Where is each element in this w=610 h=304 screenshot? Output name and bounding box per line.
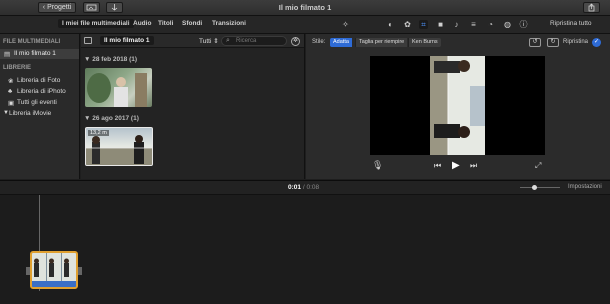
info-icon[interactable]: ⓘ bbox=[519, 20, 528, 29]
crop-icon[interactable]: ⌗ bbox=[419, 20, 428, 29]
color-correction-icon[interactable]: ✿ bbox=[403, 20, 412, 29]
sidebar: FILE MULTIMEDIALI ▤ Il mio filmato 1 LIB… bbox=[0, 34, 80, 179]
magic-wand-icon[interactable]: ✧ bbox=[341, 20, 350, 29]
tab-transitions[interactable]: Transizioni bbox=[212, 20, 246, 27]
noise-reduction-icon[interactable]: ◍ bbox=[503, 20, 512, 29]
tab-titles[interactable]: Titoli bbox=[158, 20, 173, 27]
clip-trim-handle-right[interactable] bbox=[78, 267, 82, 275]
search-icon: ⌕ bbox=[226, 37, 230, 44]
skip-forward-icon[interactable]: ⏭ bbox=[470, 161, 477, 171]
timecode: 0:01 / 0:08 bbox=[288, 184, 320, 191]
style-crop-to-fill-button[interactable]: Taglia per riempire bbox=[355, 38, 408, 47]
settings-gear-icon[interactable]: ✲ bbox=[291, 37, 300, 46]
equalizer-icon[interactable]: ≡ bbox=[469, 20, 478, 29]
volume-icon[interactable]: ♪ bbox=[452, 20, 461, 29]
viewer-panel: Stile: Adatta Taglia per riempire Ken Bu… bbox=[306, 34, 610, 179]
sidebar-item-iphoto[interactable]: ♣ Libreria di iPhoto bbox=[0, 87, 79, 97]
media-thumbnail[interactable] bbox=[85, 68, 152, 107]
sidebar-item-all-events[interactable]: ▣ Tutti gli eventi bbox=[0, 98, 79, 108]
timeline-clip[interactable] bbox=[30, 251, 78, 289]
media-browser: Il mio filmato 1 Tutti ⇕ ⌕ Ricerca ✲ ▼ 2… bbox=[81, 34, 305, 179]
photos-icon: ❀ bbox=[8, 78, 14, 85]
share-button[interactable] bbox=[583, 2, 600, 13]
disclosure-triangle-icon: ▼ bbox=[84, 56, 93, 63]
iphoto-icon: ♣ bbox=[8, 88, 13, 95]
stabilization-icon[interactable]: ■ bbox=[436, 20, 445, 29]
browser-header: Il mio filmato 1 Tutti ⇕ ⌕ Ricerca ✲ bbox=[81, 34, 304, 48]
film-icon: ▤ bbox=[4, 51, 11, 58]
search-input[interactable]: ⌕ Ricerca bbox=[221, 36, 287, 46]
apply-checkmark-icon[interactable]: ✓ bbox=[592, 38, 601, 47]
timeline-settings-button[interactable]: Impostazioni bbox=[568, 184, 602, 190]
rotate-left-icon[interactable]: ↺ bbox=[529, 38, 541, 47]
style-fit-button[interactable]: Adatta bbox=[330, 38, 352, 47]
sidebar-item-photos[interactable]: ❀ Libreria di Foto bbox=[0, 76, 79, 86]
date-group-header[interactable]: ▼ 26 ago 2017 (1) bbox=[84, 115, 139, 122]
events-icon: ▣ bbox=[8, 100, 15, 107]
color-balance-icon[interactable]: ◐ bbox=[386, 20, 395, 29]
date-group-header[interactable]: ▼ 28 feb 2018 (1) bbox=[84, 56, 137, 63]
timeline-header: 0:01 / 0:08 Impostazioni bbox=[0, 181, 610, 195]
skip-back-icon[interactable]: ⏮ bbox=[434, 161, 441, 171]
sidebar-item-imovie-library[interactable]: ▼ Libreria iMovie bbox=[0, 109, 79, 119]
speed-icon[interactable]: ◔ bbox=[486, 20, 495, 29]
disclosure-triangle-icon: ▼ bbox=[84, 115, 93, 122]
fullscreen-icon[interactable]: ⤢ bbox=[535, 161, 541, 171]
microphone-icon[interactable]: 🎙 bbox=[372, 160, 383, 171]
video-preview[interactable] bbox=[370, 56, 545, 155]
media-thumbnail[interactable]: 13,2 m bbox=[85, 127, 153, 166]
media-section-header: FILE MULTIMEDIALI bbox=[3, 39, 61, 45]
sidebar-item-project[interactable]: ▤ Il mio filmato 1 bbox=[0, 49, 79, 59]
updown-chevron-icon: ⇕ bbox=[213, 38, 219, 45]
rotate-right-icon[interactable]: ↻ bbox=[547, 38, 559, 47]
window-title: Il mio filmato 1 bbox=[278, 3, 332, 12]
media-toolbar: I miei file multimediali Audio Titoli Sf… bbox=[0, 16, 610, 34]
timeline: 0:01 / 0:08 Impostazioni bbox=[0, 180, 610, 304]
tab-backgrounds[interactable]: Sfondi bbox=[182, 20, 202, 27]
tab-audio[interactable]: Audio bbox=[133, 20, 151, 27]
restore-button[interactable]: Ripristina bbox=[563, 39, 588, 45]
play-icon[interactable]: ▶ bbox=[452, 160, 460, 171]
zoom-slider-track bbox=[520, 187, 560, 188]
tab-my-media[interactable]: I miei file multimediali bbox=[58, 19, 134, 28]
filter-select[interactable]: Tutti ⇕ bbox=[199, 37, 219, 45]
style-label: Stile: bbox=[312, 39, 326, 45]
clip-duration-badge: 13,2 m bbox=[88, 130, 109, 136]
sidebar-toggle-icon[interactable] bbox=[84, 37, 92, 44]
libraries-section-header: LIBRERIE bbox=[3, 65, 32, 71]
zoom-slider[interactable] bbox=[520, 185, 560, 190]
title-bar: ‹ Progetti Il mio filmato 1 bbox=[0, 0, 610, 16]
restore-all-button[interactable]: Ripristina tutto bbox=[550, 20, 592, 27]
style-ken-burns-button[interactable]: Ken Burns bbox=[408, 38, 441, 47]
zoom-slider-knob[interactable] bbox=[532, 185, 538, 190]
browser-project-title: Il mio filmato 1 bbox=[100, 36, 154, 45]
